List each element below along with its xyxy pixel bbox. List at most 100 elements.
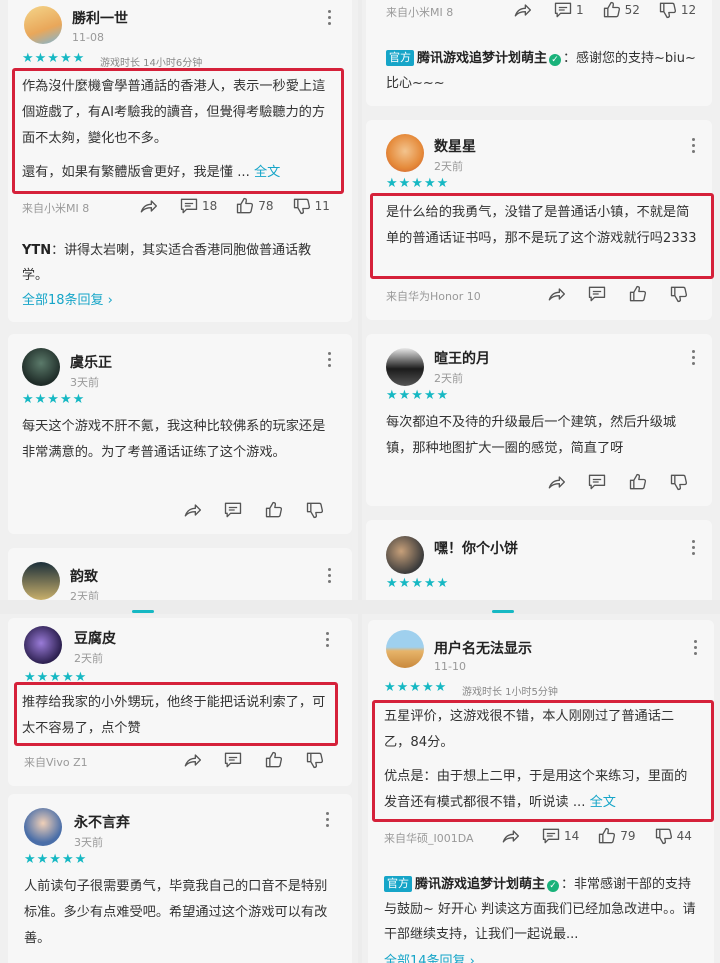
like-button[interactable] — [264, 750, 287, 770]
review-date: 2天前 — [434, 372, 463, 385]
review-date: 2天前 — [434, 160, 463, 173]
review-card-continued: 来自小米MI 8 1 52 12 官方 腾讯游戏追梦计划萌主 ✓ ：感谢您的支持~bi… — [366, 0, 712, 106]
comment-icon — [587, 284, 607, 304]
verified-icon: ✓ — [549, 54, 562, 66]
like-button[interactable] — [264, 500, 287, 520]
more-menu-icon[interactable] — [326, 632, 330, 648]
comment-count: 18 — [202, 199, 218, 213]
dislike-button[interactable]: 12 — [658, 0, 696, 20]
comment-button[interactable]: 14 — [541, 826, 579, 846]
reviewer-name[interactable]: 虞乐正 — [70, 352, 112, 372]
avatar[interactable] — [386, 536, 424, 574]
thumbs-down-icon — [305, 500, 325, 520]
dislike-button[interactable] — [305, 500, 328, 520]
reply-user: 腾讯游戏追梦计划萌主 — [417, 51, 548, 66]
reviewer-name[interactable]: 勝利一世 — [72, 8, 128, 28]
comment-button[interactable]: 18 — [179, 196, 217, 216]
highlight-box — [370, 193, 714, 279]
share-button[interactable] — [182, 750, 205, 770]
panel-bottom-left: 豆腐皮 2天前 ★★★★★ 推荐给我家的小外甥玩，他终于能把话说利索了，可太不容… — [0, 614, 358, 963]
reviewer-name[interactable]: 永不言弃 — [74, 812, 130, 832]
share-icon — [182, 750, 202, 770]
reviewer-name[interactable]: 用户名无法显示 — [434, 638, 532, 658]
avatar[interactable] — [22, 562, 60, 600]
action-bar: 14 79 44 — [500, 826, 692, 846]
star-rating: ★★★★★ — [22, 392, 86, 407]
like-button[interactable] — [628, 284, 651, 304]
thumbs-down-icon — [669, 284, 689, 304]
dislike-button[interactable] — [305, 750, 328, 770]
dislike-button[interactable] — [669, 284, 692, 304]
dislike-button[interactable]: 11 — [292, 196, 330, 216]
comment-button[interactable] — [587, 472, 610, 492]
thumbs-up-icon — [602, 0, 622, 20]
review-text[interactable]: 每天这个游戏不肝不氪，我这种比较佛系的玩家还是非常满意的。为了考普通话证练了这个… — [22, 414, 334, 466]
action-bar: 18 78 11 — [138, 196, 330, 216]
all-replies-link[interactable]: 全部18条回复 › — [22, 289, 113, 308]
more-menu-icon[interactable] — [328, 352, 332, 368]
avatar[interactable] — [386, 630, 424, 668]
more-menu-icon[interactable] — [692, 138, 696, 154]
more-menu-icon[interactable] — [328, 10, 332, 26]
like-button[interactable]: 52 — [602, 0, 640, 20]
reviewer-name[interactable]: 韵致 — [70, 566, 98, 586]
review-text[interactable]: 每次都迫不及待的升级最后一个建筑，然后升级城镇，那种地图扩大一圈的感觉，简直了呀 — [386, 410, 700, 462]
reviewer-name[interactable]: 豆腐皮 — [74, 628, 116, 648]
more-menu-icon[interactable] — [692, 540, 696, 556]
tab-indicator — [492, 610, 514, 613]
share-button[interactable] — [182, 500, 205, 520]
comment-button[interactable] — [223, 750, 246, 770]
thumbs-up-icon — [628, 284, 648, 304]
action-bar — [546, 472, 692, 492]
review-text[interactable]: 人前读句子很需要勇气，毕竟我自己的口音不是特别标准。多少有点难受吧。希望通过这个… — [24, 874, 338, 952]
avatar[interactable] — [24, 808, 62, 846]
comment-button[interactable]: 1 — [553, 0, 584, 20]
avatar[interactable] — [386, 134, 424, 172]
more-menu-icon[interactable] — [326, 812, 330, 828]
avatar[interactable] — [386, 348, 424, 386]
more-menu-icon[interactable] — [328, 568, 332, 584]
avatar[interactable] — [24, 6, 62, 44]
reviewer-name[interactable]: 嘿！你个小饼 — [434, 538, 518, 558]
action-bar — [182, 750, 328, 770]
reply-user: YTN — [22, 243, 52, 258]
dislike-button[interactable] — [669, 472, 692, 492]
more-menu-icon[interactable] — [692, 350, 696, 366]
thumbs-up-icon — [235, 196, 255, 216]
panel-bottom-right: 用户名无法显示 11-10 ★★★★★ 游戏时长 1小时5分钟 五星评价，这游戏… — [362, 614, 720, 963]
device-info: 来自华硕_I001DA — [384, 832, 474, 845]
more-menu-icon[interactable] — [694, 640, 698, 656]
share-icon — [500, 826, 520, 846]
like-button[interactable]: 78 — [235, 196, 274, 216]
star-rating: ★★★★★ — [386, 176, 450, 191]
avatar[interactable] — [22, 348, 60, 386]
highlight-box — [372, 700, 714, 822]
official-reply[interactable]: 官方 腾讯游戏追梦计划萌主 ✓ ：非常感谢干部的支持与鼓励~ 好开心 判读这方面我们已… — [384, 872, 702, 947]
star-rating: ★★★★★ — [384, 680, 448, 695]
share-button[interactable] — [138, 196, 161, 216]
share-button[interactable] — [546, 472, 569, 492]
share-icon — [512, 0, 532, 20]
comment-button[interactable] — [223, 500, 246, 520]
device-info: 来自Vivo Z1 — [24, 756, 88, 769]
avatar[interactable] — [24, 626, 62, 664]
share-button[interactable] — [512, 0, 535, 20]
share-icon — [182, 500, 202, 520]
dislike-button[interactable]: 44 — [654, 826, 692, 846]
share-button[interactable] — [500, 826, 523, 846]
official-reply[interactable]: 官方 腾讯游戏追梦计划萌主 ✓ ：感谢您的支持~biu~比心~~~ — [386, 46, 698, 96]
like-button[interactable]: 79 — [597, 826, 636, 846]
reply[interactable]: YTN：讲得太岩喇，其实适合香港同胞做普通话教学。 — [22, 238, 332, 288]
share-button[interactable] — [546, 284, 569, 304]
review-card-xuanwang: 暄王的月 2天前 ★★★★★ 每次都迫不及待的升级最后一个建筑，然后升级城镇，那… — [366, 334, 712, 506]
play-time: 游戏时长 14小时6分钟 — [100, 58, 203, 69]
like-button[interactable] — [628, 472, 651, 492]
all-replies-link[interactable]: 全部14条回复 › — [384, 950, 475, 963]
comment-button[interactable] — [587, 284, 610, 304]
reviewer-name[interactable]: 数星星 — [434, 136, 476, 156]
review-date: 3天前 — [70, 376, 99, 389]
star-rating: ★★★★★ — [386, 388, 450, 403]
reviewer-name[interactable]: 暄王的月 — [434, 348, 490, 368]
reply-text: ：讲得太岩喇，其实适合香港同胞做普通话教学。 — [22, 243, 312, 283]
device-info: 来自小米MI 8 — [22, 202, 90, 215]
